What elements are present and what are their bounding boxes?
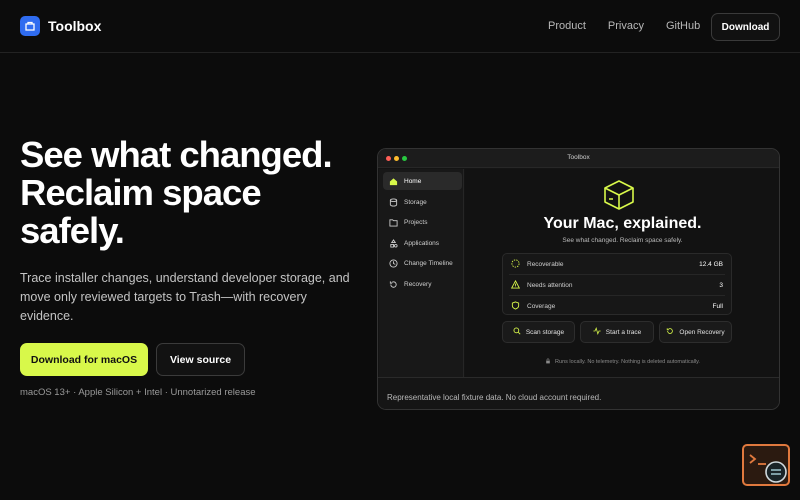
- database-icon: [389, 197, 398, 207]
- recovery-icon: [389, 280, 398, 289]
- action-label: Start a trace: [605, 328, 642, 336]
- stat-coverage: Coverage Full: [503, 296, 731, 316]
- main-title: Your Mac, explained.: [543, 215, 702, 232]
- app-preview-footer: Representative local fixture data. No cl…: [378, 377, 779, 409]
- hero-subtitle: Trace installer changes, understand deve…: [20, 271, 350, 323]
- nav-link-product[interactable]: Product: [548, 20, 586, 32]
- sidebar-item-storage[interactable]: Storage: [383, 193, 462, 211]
- stats-card: Recoverable 12.4 GB Needs attention 3 Co…: [502, 253, 732, 315]
- stat-value: Full: [712, 302, 723, 310]
- sidebar-item-label: Change Timeline: [404, 259, 453, 267]
- box-icon: [599, 178, 639, 212]
- open-recovery-button[interactable]: Open Recovery: [659, 321, 732, 343]
- app-main-panel: Your Mac, explained. See what changed. R…: [465, 169, 779, 377]
- pulse-icon: [593, 327, 601, 337]
- view-source-button[interactable]: View source: [156, 343, 245, 376]
- nav-download-button[interactable]: Download: [711, 13, 780, 41]
- floating-helper-widget[interactable]: [742, 444, 790, 486]
- folder-icon: [389, 218, 398, 227]
- stat-label: Needs attention: [527, 281, 573, 289]
- home-icon: [389, 177, 398, 186]
- app-preview-window: Toolbox Home Storage Projects Applicatio…: [377, 148, 780, 410]
- footnote-text: Runs locally. No telemetry. Nothing is d…: [555, 359, 700, 365]
- action-label: Open Recovery: [679, 328, 725, 336]
- brand-name: Toolbox: [48, 18, 102, 34]
- sidebar-item-recovery[interactable]: Recovery: [383, 275, 462, 293]
- sidebar-item-label: Applications: [404, 239, 440, 247]
- stat-recoverable: Recoverable 12.4 GB: [503, 254, 731, 274]
- toolbox-logo-icon: [20, 16, 40, 36]
- stat-label: Coverage: [527, 302, 556, 310]
- nav-links: Product Privacy GitHub: [548, 20, 700, 32]
- stat-value: 12.4 GB: [699, 260, 723, 268]
- nav-link-privacy[interactable]: Privacy: [608, 20, 644, 32]
- nav-link-github[interactable]: GitHub: [666, 20, 700, 32]
- sidebar-item-label: Home: [404, 177, 422, 185]
- hero-title-line: Reclaim space: [20, 172, 262, 213]
- scan-storage-button[interactable]: Scan storage: [502, 321, 575, 343]
- sidebar-item-projects[interactable]: Projects: [383, 213, 462, 231]
- sidebar-item-label: Projects: [404, 218, 428, 226]
- stat-value: 3: [719, 281, 723, 289]
- stat-label: Recoverable: [527, 260, 564, 268]
- window-titlebar: Toolbox: [378, 149, 779, 168]
- hero-title-line: safely.: [20, 210, 125, 251]
- shield-icon: [511, 300, 520, 312]
- dashed-circle-icon: [511, 258, 520, 270]
- brand[interactable]: Toolbox: [20, 16, 101, 36]
- stat-needs-attention: Needs attention 3: [503, 275, 731, 295]
- sidebar-item-label: Recovery: [404, 280, 432, 288]
- release-meta: macOS 13+ · Apple Silicon + Intel · Unno…: [20, 387, 256, 398]
- sidebar-item-home[interactable]: Home: [383, 172, 462, 190]
- action-buttons: Scan storage Start a trace Open Recovery: [502, 321, 732, 343]
- search-icon: [513, 327, 521, 337]
- start-trace-button[interactable]: Start a trace: [580, 321, 654, 343]
- app-sidebar: Home Storage Projects Applications Chang…: [379, 169, 464, 377]
- recovery-icon: [666, 327, 674, 337]
- main-subtitle: See what changed. Reclaim space safely.: [562, 237, 683, 244]
- warning-icon: [510, 279, 521, 291]
- action-label: Scan storage: [525, 328, 565, 336]
- lock-icon: [545, 358, 551, 366]
- sidebar-item-label: Storage: [404, 198, 427, 206]
- hero-title: See what changed. Reclaim space safely.: [20, 136, 360, 250]
- hero-title-line: See what changed.: [20, 134, 333, 175]
- download-macos-button[interactable]: Download for macOS: [20, 343, 148, 376]
- clock-icon: [389, 258, 398, 268]
- top-nav: Toolbox Product Privacy GitHub Download: [0, 0, 800, 53]
- terminal-search-icon: [744, 454, 790, 490]
- sidebar-item-change-timeline[interactable]: Change Timeline: [383, 254, 462, 272]
- apps-icon: [389, 238, 398, 248]
- window-title: Toolbox: [567, 154, 590, 161]
- sidebar-item-applications[interactable]: Applications: [383, 234, 462, 252]
- privacy-footnote: Runs locally. No telemetry. Nothing is d…: [465, 358, 779, 366]
